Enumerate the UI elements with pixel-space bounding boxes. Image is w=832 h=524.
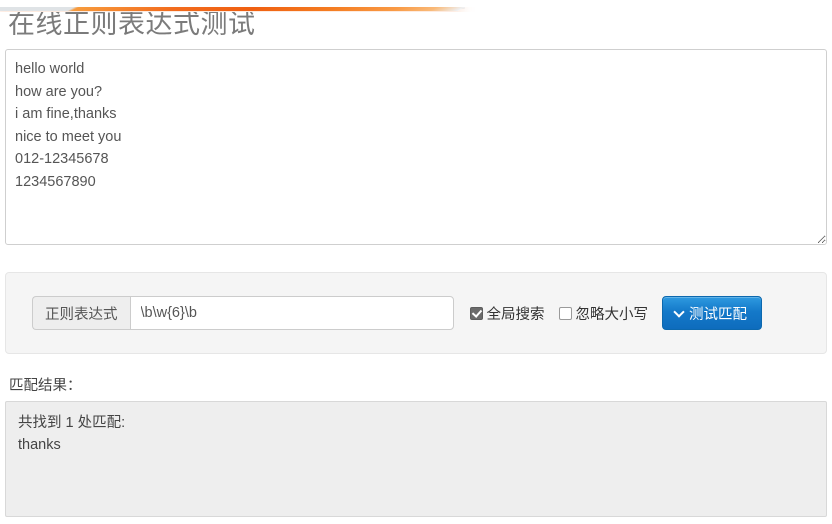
progress-bar-fill bbox=[0, 7, 466, 11]
global-search-label: 全局搜索 bbox=[486, 306, 545, 323]
regex-form-panel: 正则表达式 全局搜索 忽略大小写 测试匹配 bbox=[5, 272, 827, 354]
match-result-output: 共找到 1 处匹配: thanks bbox=[5, 401, 827, 517]
ignore-case-checkbox[interactable] bbox=[558, 306, 572, 320]
chevron-down-icon bbox=[674, 308, 685, 319]
source-text-section bbox=[4, 49, 828, 245]
page-loading-progress bbox=[0, 7, 832, 12]
page-container: 在线正则表达式测试 正则表达式 全局搜索 忽略大小写 测试匹配 匹配结果： 共找… bbox=[0, 7, 832, 517]
match-result-label: 匹配结果： bbox=[9, 378, 82, 394]
regex-input-group: 正则表达式 bbox=[32, 296, 454, 330]
option-global-search[interactable]: 全局搜索 bbox=[469, 303, 545, 324]
ignore-case-label: 忽略大小写 bbox=[575, 306, 649, 323]
test-match-button-label: 测试匹配 bbox=[689, 306, 747, 323]
source-text-input[interactable] bbox=[5, 49, 827, 245]
option-ignore-case[interactable]: 忽略大小写 bbox=[558, 303, 649, 324]
global-search-checkbox[interactable] bbox=[469, 306, 483, 320]
regex-input-label: 正则表达式 bbox=[32, 296, 130, 330]
page-title: 在线正则表达式测试 bbox=[8, 9, 256, 39]
regex-input[interactable] bbox=[129, 296, 454, 330]
test-match-button[interactable]: 测试匹配 bbox=[662, 296, 762, 330]
